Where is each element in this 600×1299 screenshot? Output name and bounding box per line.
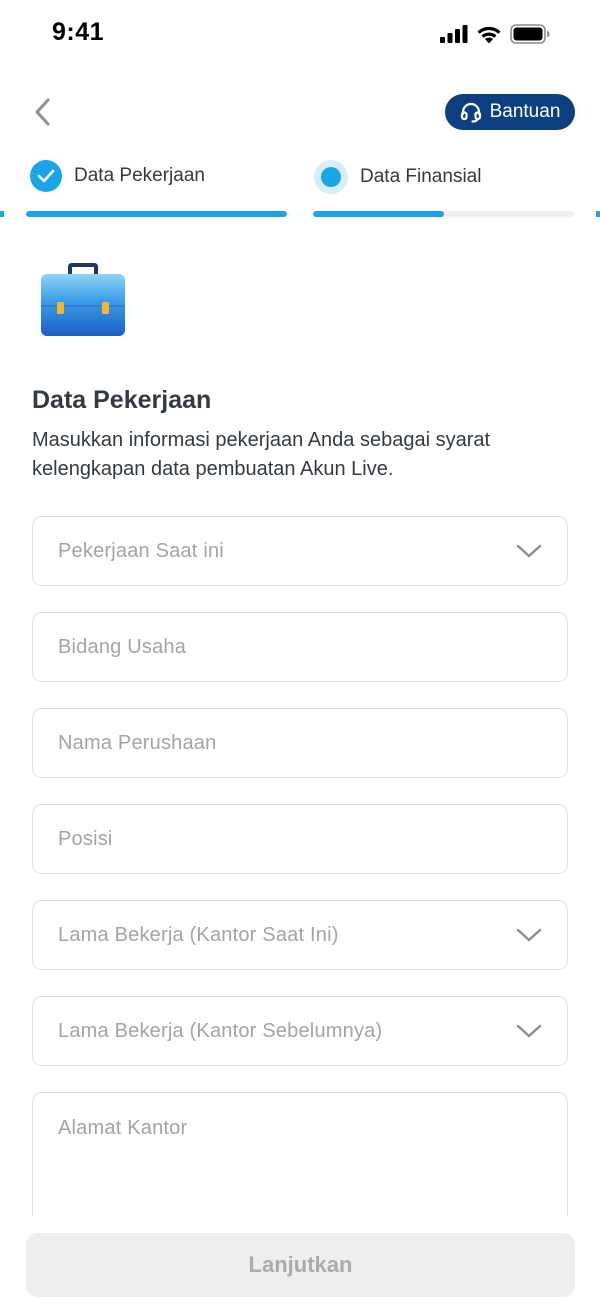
chevron-down-icon <box>516 544 542 558</box>
step-progress-track <box>313 211 574 217</box>
wifi-icon <box>477 26 501 43</box>
step-edge-right <box>596 211 600 217</box>
back-button[interactable] <box>24 92 60 132</box>
headset-icon <box>460 102 481 123</box>
chevron-down-icon <box>516 928 542 942</box>
field-placeholder: Posisi <box>58 827 113 850</box>
step-label: Data Finansial <box>360 166 482 187</box>
active-dot-icon <box>314 160 348 194</box>
field-placeholder: Alamat Kantor <box>58 1117 188 1139</box>
status-icons <box>440 24 550 44</box>
step-label: Data Pekerjaan <box>74 165 205 186</box>
step-progress-fill <box>26 211 287 217</box>
step-data-pekerjaan[interactable]: Data Pekerjaan <box>30 160 205 192</box>
page-description: Masukkan informasi pekerjaan Anda sebaga… <box>32 429 491 480</box>
field-placeholder: Bidang Usaha <box>58 635 187 658</box>
previous-work-duration-select[interactable]: Lama Bekerja (Kantor Sebelumnya) <box>32 996 568 1066</box>
step-progress-track <box>26 211 287 217</box>
company-name-input[interactable]: Nama Perushaan <box>32 708 568 778</box>
progress-stepper: Data Pekerjaan Data Finansial <box>0 160 600 220</box>
battery-icon <box>510 24 550 44</box>
field-placeholder: Lama Bekerja (Kantor Sebelumnya) <box>58 1019 383 1042</box>
help-button-label: Bantuan <box>489 101 561 122</box>
briefcase-icon <box>41 263 125 336</box>
current-job-select[interactable]: Pekerjaan Saat ini <box>32 516 568 586</box>
business-field-input[interactable]: Bidang Usaha <box>32 612 568 682</box>
chevron-down-icon <box>516 1024 542 1038</box>
office-address-textarea[interactable]: Alamat Kantor <box>32 1092 568 1232</box>
signal-icon <box>440 25 468 43</box>
step-progress-fill <box>313 211 444 217</box>
page-title: Data Pekerjaan <box>32 386 212 414</box>
continue-button[interactable]: Lanjutkan <box>26 1233 575 1297</box>
field-placeholder: Nama Perushaan <box>58 731 217 754</box>
chevron-left-icon <box>35 98 50 126</box>
current-work-duration-select[interactable]: Lama Bekerja (Kantor Saat Ini) <box>32 900 568 970</box>
position-input[interactable]: Posisi <box>32 804 568 874</box>
status-bar: 9:41 <box>0 0 600 68</box>
help-button[interactable]: Bantuan <box>445 94 575 130</box>
step-data-finansial[interactable]: Data Finansial <box>314 160 481 194</box>
step-edge-left <box>0 211 4 217</box>
status-time: 9:41 <box>52 18 105 46</box>
check-icon <box>30 160 62 192</box>
field-placeholder: Pekerjaan Saat ini <box>58 539 224 562</box>
field-placeholder: Lama Bekerja (Kantor Saat Ini) <box>58 923 339 946</box>
